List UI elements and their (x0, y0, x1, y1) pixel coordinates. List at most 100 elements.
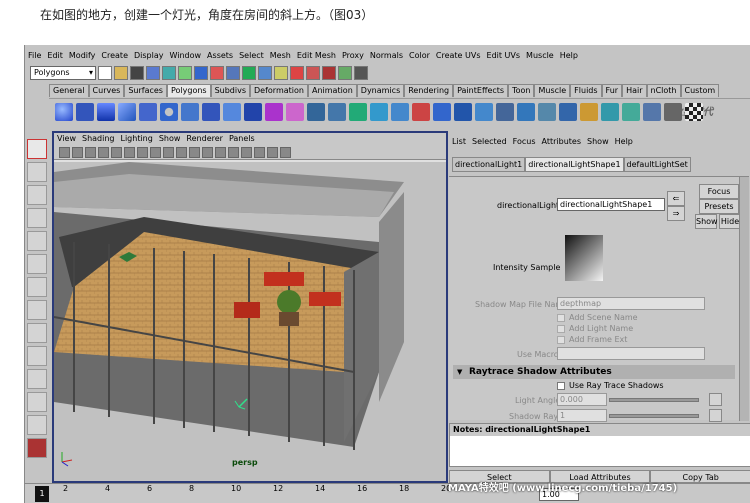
current-frame-field[interactable]: 1 (35, 486, 49, 502)
hypershade-icon[interactable] (27, 415, 47, 435)
poly-pyramid-icon[interactable] (202, 102, 220, 121)
attr-scrollbar[interactable] (739, 177, 749, 421)
tool-settings-icon[interactable] (354, 65, 368, 80)
select-component-icon[interactable] (178, 65, 192, 80)
use-macro-field[interactable] (557, 347, 705, 360)
shadow-rays-map-button[interactable] (709, 409, 722, 422)
menu-window[interactable]: Window (170, 51, 202, 60)
grid-icon[interactable] (111, 146, 122, 158)
boolean-icon[interactable] (412, 102, 430, 121)
gate-mask-icon[interactable] (150, 146, 161, 158)
focus-nav-button[interactable]: ⇐ (667, 191, 685, 206)
poly-soccer-icon[interactable] (265, 102, 283, 121)
shelf-tab-animation[interactable]: Animation (307, 84, 357, 97)
poly-cube-icon[interactable] (76, 102, 94, 121)
menu-select[interactable]: Select (239, 51, 264, 60)
shadow-rays-slider[interactable] (609, 414, 699, 418)
curve-snap-icon[interactable] (210, 65, 224, 80)
shelf-tab-ncloth[interactable]: nCloth (646, 84, 681, 97)
poly-plane-icon[interactable] (139, 102, 157, 121)
shelf-tab-painteffects[interactable]: PaintEffects (453, 84, 509, 97)
new-scene-icon[interactable] (98, 65, 112, 80)
show-button[interactable]: Show (695, 214, 718, 229)
attr-menu-attributes[interactable]: Attributes (542, 135, 582, 148)
move-tool-icon[interactable] (27, 208, 47, 228)
shadows-icon[interactable] (241, 146, 252, 158)
bevel-icon[interactable] (538, 102, 556, 121)
presets-button[interactable]: Presets (699, 199, 739, 214)
attr-tab-defaultlightset[interactable]: defaultLightSet (623, 157, 691, 172)
plane-snap-icon[interactable] (258, 65, 272, 80)
viewport-menu-lighting[interactable]: Lighting (120, 133, 152, 145)
checker-icon[interactable] (685, 102, 703, 121)
viewport-menu-view[interactable]: View (57, 133, 76, 145)
extract-icon[interactable] (349, 102, 367, 121)
lasso-tool-icon[interactable] (27, 162, 47, 182)
menu-edit[interactable]: Edit (47, 51, 63, 60)
persp-graph-icon[interactable] (27, 392, 47, 412)
shelf-tab-subdivs[interactable]: Subdivs (210, 84, 251, 97)
channel-box-icon[interactable] (338, 65, 352, 80)
menu-proxy[interactable]: Proxy (342, 51, 364, 60)
menu-create-uvs[interactable]: Create UVs (436, 51, 481, 60)
split-icon[interactable] (496, 102, 514, 121)
scale-tool-icon[interactable] (27, 254, 47, 274)
point-snap-icon[interactable] (226, 65, 240, 80)
poly-pipe-icon[interactable] (223, 102, 241, 121)
shelf-tab-hair[interactable]: Hair (622, 84, 647, 97)
loop-cut-icon[interactable] (517, 102, 535, 121)
save-scene-icon[interactable] (130, 65, 144, 80)
surface-snap-icon[interactable] (242, 65, 256, 80)
menu-mesh[interactable]: Mesh (270, 51, 291, 60)
last-tool-icon[interactable] (27, 300, 47, 320)
poly-prism-icon[interactable] (181, 102, 199, 121)
light-angle-map-button[interactable] (709, 393, 722, 406)
shelf-tab-general[interactable]: General (49, 84, 89, 97)
cylindrical-map-icon[interactable] (601, 102, 619, 121)
viewport-menu-panels[interactable]: Panels (229, 133, 255, 145)
camera-attr-icon[interactable] (72, 146, 83, 158)
attr-tab-directionallight1[interactable]: directionalLight1 (452, 157, 526, 172)
extrude-icon[interactable] (433, 102, 451, 121)
single-pane-icon[interactable] (27, 323, 47, 343)
safe-action-icon[interactable] (163, 146, 174, 158)
perspective-viewport[interactable]: View Shading Lighting Show Renderer Panels (52, 131, 448, 483)
poly-helix-icon[interactable] (244, 102, 262, 121)
menu-edit-uvs[interactable]: Edit UVs (487, 51, 521, 60)
combine-icon[interactable] (307, 102, 325, 121)
focus-button[interactable]: Focus (699, 184, 739, 199)
menu-muscle[interactable]: Muscle (526, 51, 554, 60)
poly-platonic-icon[interactable] (286, 102, 304, 121)
shelf-tab-curves[interactable]: Curves (88, 84, 125, 97)
poly-torus-icon[interactable] (160, 102, 178, 121)
wire-on-shaded-icon[interactable] (202, 146, 213, 158)
attr-tab-directionallightshape1[interactable]: directionalLightShape1 (525, 157, 624, 172)
smooth-icon[interactable] (370, 102, 388, 121)
spherical-map-icon[interactable] (622, 102, 640, 121)
uv-editor-icon[interactable] (664, 102, 682, 121)
light-angle-slider[interactable] (609, 398, 699, 402)
shelf-tab-fur[interactable]: Fur (601, 84, 623, 97)
append-icon[interactable] (475, 102, 493, 121)
shelf-tab-fluids[interactable]: Fluids (570, 84, 602, 97)
focus-nav2-button[interactable]: ⇒ (667, 206, 685, 221)
attr-menu-focus[interactable]: Focus (513, 135, 536, 148)
manipulator-icon[interactable] (27, 277, 47, 297)
select-object-icon[interactable] (162, 65, 176, 80)
use-lights-icon[interactable] (228, 146, 239, 158)
shelf-tab-toon[interactable]: Toon (508, 84, 535, 97)
shelf-tab-muscle[interactable]: Muscle (534, 84, 571, 97)
node-name-field[interactable]: directionalLightShape1 (557, 198, 665, 211)
add-frame-ext-checkbox[interactable] (557, 336, 565, 344)
persp-outliner-icon[interactable] (27, 369, 47, 389)
film-gate-icon[interactable] (124, 146, 135, 158)
select-tool-icon[interactable] (27, 139, 47, 159)
poly-cylinder-icon[interactable] (97, 102, 115, 121)
menu-display[interactable]: Display (134, 51, 164, 60)
automatic-map-icon[interactable] (643, 102, 661, 121)
add-light-name-checkbox[interactable] (557, 325, 565, 333)
hide-button[interactable]: Hide (719, 214, 741, 229)
menu-edit-mesh[interactable]: Edit Mesh (297, 51, 336, 60)
raytrace-section-header[interactable]: Raytrace Shadow Attributes (453, 365, 735, 379)
shelf-tab-custom[interactable]: Custom (680, 84, 720, 97)
